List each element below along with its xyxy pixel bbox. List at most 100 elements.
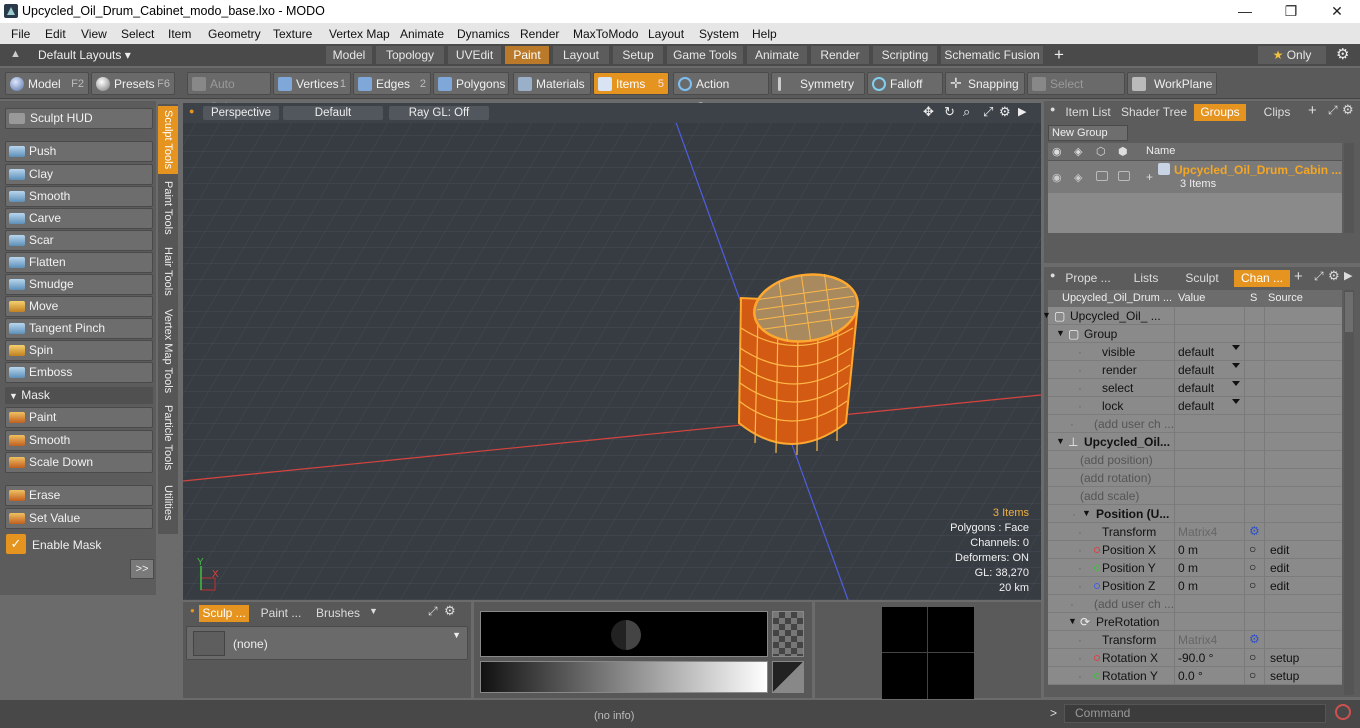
channel-row[interactable]: · Transform Matrix4 ⚙ bbox=[1048, 523, 1342, 541]
rotate-view-icon[interactable]: ↻ bbox=[944, 104, 955, 120]
channels-scrollbar[interactable] bbox=[1344, 290, 1354, 695]
materials-button[interactable]: Materials bbox=[513, 72, 591, 95]
tab-paint[interactable]: Paint bbox=[505, 46, 549, 64]
group-row[interactable]: ◉ ◈ + Upcycled_Oil_Drum_Cabin ... 3 Item… bbox=[1048, 161, 1342, 193]
tool-carve[interactable]: Carve bbox=[5, 208, 153, 229]
state-circle-icon[interactable]: ○ bbox=[1249, 578, 1256, 592]
add-layout-button[interactable]: + bbox=[1054, 45, 1064, 65]
tool-move[interactable]: Move bbox=[5, 296, 153, 317]
edges-button[interactable]: Edges 2 bbox=[353, 72, 431, 95]
channel-value[interactable]: 0.0 ° bbox=[1178, 669, 1203, 683]
erase-button[interactable]: Erase bbox=[5, 485, 153, 506]
channel-row[interactable]: ⊥ Upcycled_Oil... ▼ bbox=[1048, 433, 1342, 451]
groups-scrollbar[interactable] bbox=[1344, 143, 1354, 233]
channel-row[interactable]: · Transform Matrix4 ⚙ bbox=[1048, 631, 1342, 649]
tab-groups[interactable]: Groups bbox=[1194, 104, 1246, 121]
link-gear-icon[interactable]: ⚙ bbox=[1249, 524, 1260, 538]
state-circle-icon[interactable]: ○ bbox=[1249, 560, 1256, 574]
tab-uvedit[interactable]: UVEdit bbox=[448, 46, 501, 64]
tab-setup[interactable]: Setup bbox=[613, 46, 663, 64]
channel-row[interactable]: ▢ Upcycled_Oil_ ... ▼ bbox=[1044, 307, 1342, 325]
channel-row[interactable]: · lock default bbox=[1048, 397, 1342, 415]
tool-clay[interactable]: Clay bbox=[5, 164, 153, 185]
view-type-dropdown[interactable]: Perspective bbox=[203, 106, 279, 120]
zoom-icon[interactable]: ⌕ bbox=[963, 104, 970, 120]
minimize-button[interactable]: — bbox=[1222, 0, 1268, 23]
tool-smudge[interactable]: Smudge bbox=[5, 274, 153, 295]
tab-paint-brush[interactable]: Paint ... bbox=[255, 605, 307, 622]
symmetry-button[interactable]: Symmetry bbox=[771, 72, 865, 95]
fit-view-icon[interactable]: ⤢ bbox=[983, 104, 993, 120]
snapping-button[interactable]: ✛ Snapping bbox=[945, 72, 1025, 95]
channel-value[interactable]: default bbox=[1178, 363, 1214, 377]
dropdown-arrow-icon[interactable] bbox=[1232, 363, 1240, 368]
viewport-menu-arrow-icon[interactable]: ▶ bbox=[1018, 105, 1026, 118]
color-preview[interactable] bbox=[480, 611, 768, 657]
channel-row[interactable]: (add scale) bbox=[1048, 487, 1342, 505]
menu-animate[interactable]: Animate bbox=[400, 27, 444, 41]
menu-dynamics[interactable]: Dynamics bbox=[457, 27, 510, 41]
dropdown-arrow-icon[interactable] bbox=[1232, 381, 1240, 386]
menu-edit[interactable]: Edit bbox=[45, 27, 66, 41]
channel-row[interactable]: · Position Y 0 m ○ edit bbox=[1048, 559, 1342, 577]
channel-value[interactable]: Matrix4 bbox=[1178, 525, 1217, 539]
tab-animate[interactable]: Animate bbox=[747, 46, 807, 64]
gear-icon[interactable]: ⚙ bbox=[1342, 102, 1354, 118]
auto-select-button[interactable]: Auto Select bbox=[187, 72, 271, 114]
set-value-button[interactable]: Set Value bbox=[5, 508, 153, 529]
model-button[interactable]: Model F2 bbox=[5, 72, 89, 95]
mask-paint[interactable]: Paint bbox=[5, 407, 153, 428]
tab-lists[interactable]: Lists bbox=[1120, 270, 1172, 287]
tab-dropdown-icon[interactable]: ▼ bbox=[369, 606, 378, 616]
channel-row[interactable]: · select default bbox=[1048, 379, 1342, 397]
alpha-swatch[interactable] bbox=[772, 611, 804, 657]
menu-help[interactable]: Help bbox=[752, 27, 777, 41]
tab-schematic-fusion[interactable]: Schematic Fusion bbox=[941, 46, 1043, 64]
tool-emboss[interactable]: Emboss bbox=[5, 362, 153, 383]
shading-dropdown[interactable]: Default bbox=[283, 106, 383, 120]
collapse-arrow-icon[interactable]: ▼ bbox=[1056, 328, 1065, 338]
channel-row[interactable]: (add position) bbox=[1048, 451, 1342, 469]
vertices-button[interactable]: Vertices 1 bbox=[273, 72, 351, 95]
menu-layout[interactable]: Layout bbox=[648, 27, 684, 41]
enable-mask-checkbox[interactable]: ✓ bbox=[6, 534, 26, 554]
brush-preset-dropdown[interactable]: (none) ▼ bbox=[186, 626, 468, 660]
tab-sculpt[interactable]: Sculpt bbox=[1176, 270, 1228, 287]
tool-scar[interactable]: Scar bbox=[5, 230, 153, 251]
state-circle-icon[interactable]: ○ bbox=[1249, 650, 1256, 664]
vtab-sculpt-tools[interactable]: Sculpt Tools bbox=[158, 106, 178, 174]
tab-topology[interactable]: Topology bbox=[376, 46, 444, 64]
collapse-arrow-icon[interactable]: ▼ bbox=[1082, 508, 1091, 518]
row-select-toggle[interactable] bbox=[1118, 171, 1130, 181]
tab-model[interactable]: Model bbox=[326, 46, 372, 64]
menu-system[interactable]: System bbox=[699, 27, 739, 41]
collapse-arrow-icon[interactable]: ▼ bbox=[1068, 616, 1077, 626]
row-eye-icon[interactable]: ◉ bbox=[1052, 171, 1062, 184]
record-icon[interactable] bbox=[1335, 704, 1351, 720]
menu-select[interactable]: Select bbox=[121, 27, 154, 41]
presets-button[interactable]: Presets F6 bbox=[91, 72, 175, 95]
channel-row[interactable]: · Position Z 0 m ○ edit bbox=[1048, 577, 1342, 595]
tool-tangent-pinch[interactable]: Tangent Pinch bbox=[5, 318, 153, 339]
expand-plus-icon[interactable]: + bbox=[1146, 170, 1153, 184]
channel-row[interactable]: · (add user ch ... bbox=[1048, 595, 1342, 613]
3d-viewport[interactable]: Y X ● Perspective Default Ray GL: Off ✥ … bbox=[183, 103, 1041, 600]
tab-layout[interactable]: Layout bbox=[553, 46, 609, 64]
vtab-hair-tools[interactable]: Hair Tools bbox=[158, 242, 178, 300]
channel-value[interactable]: 0 m bbox=[1178, 543, 1198, 557]
sculpt-hud-button[interactable]: Sculpt HUD bbox=[5, 108, 153, 129]
collapse-icon[interactable]: ▲ bbox=[10, 48, 21, 60]
only-toggle[interactable]: ★ Only bbox=[1258, 46, 1326, 64]
menu-geometry[interactable]: Geometry bbox=[208, 27, 261, 41]
tool-flatten[interactable]: Flatten bbox=[5, 252, 153, 273]
state-circle-icon[interactable]: ○ bbox=[1249, 668, 1256, 682]
channel-row[interactable]: · ⟳ PreRotation ▼ bbox=[1048, 613, 1342, 631]
new-group-button[interactable]: New Group bbox=[1048, 125, 1128, 141]
vtab-utilities[interactable]: Utilities bbox=[158, 478, 178, 528]
mask-smooth[interactable]: Smooth bbox=[5, 430, 153, 451]
tab-shader-tree[interactable]: Shader Tree bbox=[1120, 104, 1188, 121]
secondary-swatch[interactable] bbox=[772, 661, 804, 693]
items-button[interactable]: Items 5 bbox=[593, 72, 669, 95]
add-tab-icon[interactable]: + bbox=[1294, 268, 1303, 285]
viewport-gear-icon[interactable]: ⚙ bbox=[999, 104, 1011, 120]
